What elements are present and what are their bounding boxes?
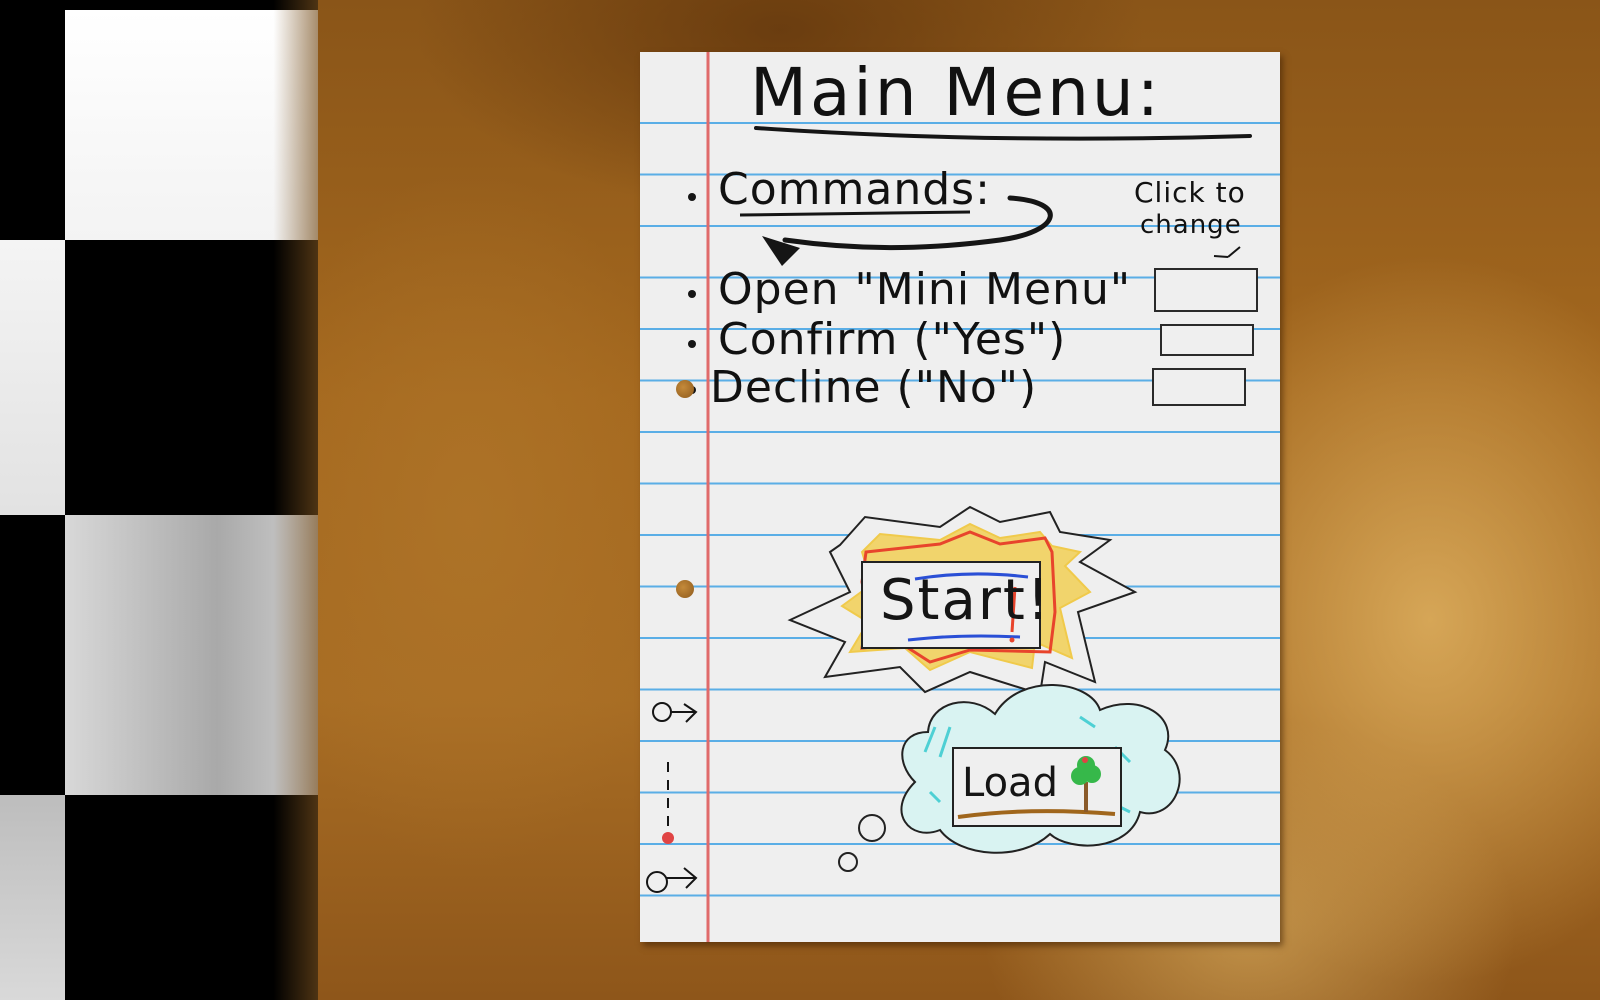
- command-decline-label: Decline ("No"): [710, 362, 1038, 413]
- load-button[interactable]: Load: [962, 760, 1058, 806]
- page-title: Main Menu:: [750, 54, 1162, 131]
- binder-hole-middle: [676, 580, 694, 598]
- decline-key-box[interactable]: [1152, 368, 1246, 406]
- confirm-key-box[interactable]: [1160, 324, 1254, 356]
- command-open-mini-menu-label: Open "Mini Menu": [718, 264, 1132, 315]
- click-hint-line1: Click to: [1134, 176, 1246, 209]
- notebook-paper: Main Menu: Commands: Click to change Ope…: [640, 52, 1280, 942]
- commands-heading: Commands:: [718, 164, 991, 215]
- start-button[interactable]: Start!: [880, 568, 1051, 633]
- binder-hole-top: [676, 380, 694, 398]
- checkerboard-panel: [0, 0, 318, 1000]
- open-mini-menu-key-box[interactable]: [1154, 268, 1258, 312]
- command-confirm-label: Confirm ("Yes"): [718, 314, 1067, 365]
- click-hint-line2: change: [1140, 210, 1242, 240]
